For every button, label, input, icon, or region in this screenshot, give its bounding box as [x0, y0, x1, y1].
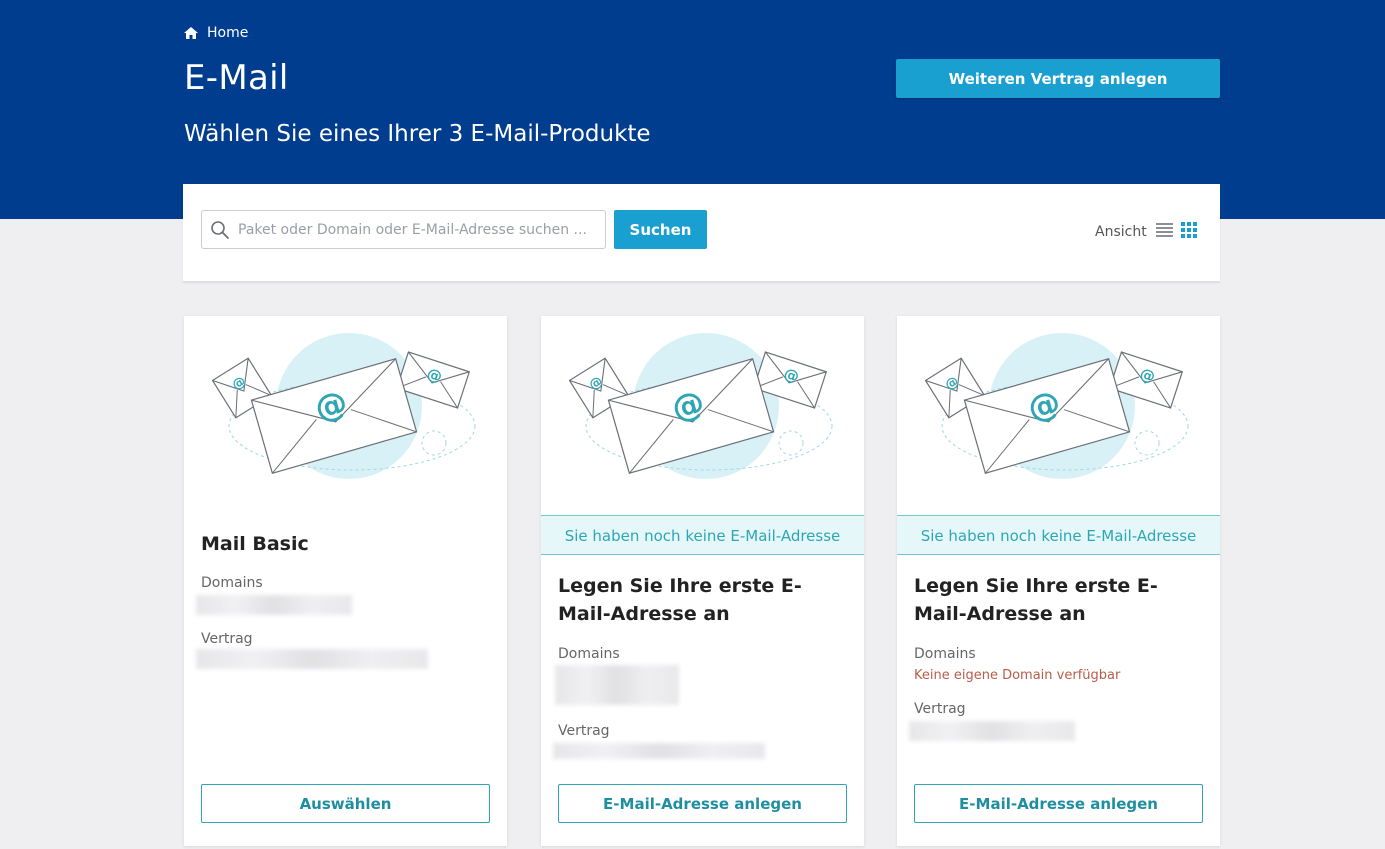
search-input[interactable]: [236, 213, 605, 246]
contract-label: Vertrag: [914, 701, 966, 717]
page-title: E-Mail: [184, 58, 289, 98]
redacted-contract: [196, 649, 428, 669]
redacted-contract: [909, 721, 1075, 741]
list-view-icon[interactable]: [1156, 222, 1173, 242]
create-email-button[interactable]: E-Mail-Adresse anlegen: [914, 784, 1203, 823]
breadcrumb: Home: [184, 25, 248, 41]
redacted-domain: [555, 665, 679, 705]
no-email-banner: Sie haben noch keine E-Mail-Adresse: [541, 515, 864, 555]
card-title: Mail Basic: [201, 533, 309, 555]
contract-label: Vertrag: [558, 723, 610, 739]
product-card-3: @ @ @ Sie haben noch keine E-Mail-Adresse …: [897, 316, 1220, 846]
redacted-domain: [196, 595, 352, 615]
search-button[interactable]: Suchen: [614, 210, 707, 249]
email-envelopes-illustration: @ @@: [925, 333, 1189, 479]
contract-label: Vertrag: [201, 631, 253, 647]
card-title: Legen Sie Ihre erste E-Mail-Adresse an: [914, 575, 1158, 625]
search-icon: [211, 220, 229, 239]
redacted-contract: [553, 743, 765, 759]
domains-label: Domains: [558, 646, 620, 662]
search-field[interactable]: [201, 210, 606, 249]
card-title: Legen Sie Ihre erste E-Mail-Adresse an: [558, 575, 802, 625]
select-button[interactable]: Auswählen: [201, 784, 490, 823]
new-contract-button[interactable]: Weiteren Vertrag anlegen: [896, 59, 1220, 98]
product-card-mail-basic: @ @ @ Mail Basic Domains Vertrag Auswählen: [184, 316, 507, 846]
create-email-button[interactable]: E-Mail-Adresse anlegen: [558, 784, 847, 823]
domains-label: Domains: [201, 575, 263, 591]
product-card-2: @ @ @ Sie haben noch keine E-Mail-Adresse …: [541, 316, 864, 846]
email-envelopes-illustration: @ @@: [212, 333, 476, 479]
email-envelopes-illustration: @ @@: [569, 333, 833, 479]
page-subtitle: Wählen Sie eines Ihrer 3 E-Mail-Produkte: [184, 121, 651, 147]
home-icon[interactable]: [184, 27, 198, 39]
domains-label: Domains: [914, 646, 976, 662]
view-label: Ansicht: [1095, 224, 1147, 240]
no-domain-note: Keine eigene Domain verfügbar: [914, 668, 1121, 683]
grid-view-icon[interactable]: [1181, 222, 1197, 242]
breadcrumb-home-link[interactable]: Home: [207, 25, 248, 41]
no-email-banner: Sie haben noch keine E-Mail-Adresse: [897, 515, 1220, 555]
search-panel: Suchen Ansicht: [183, 184, 1220, 282]
